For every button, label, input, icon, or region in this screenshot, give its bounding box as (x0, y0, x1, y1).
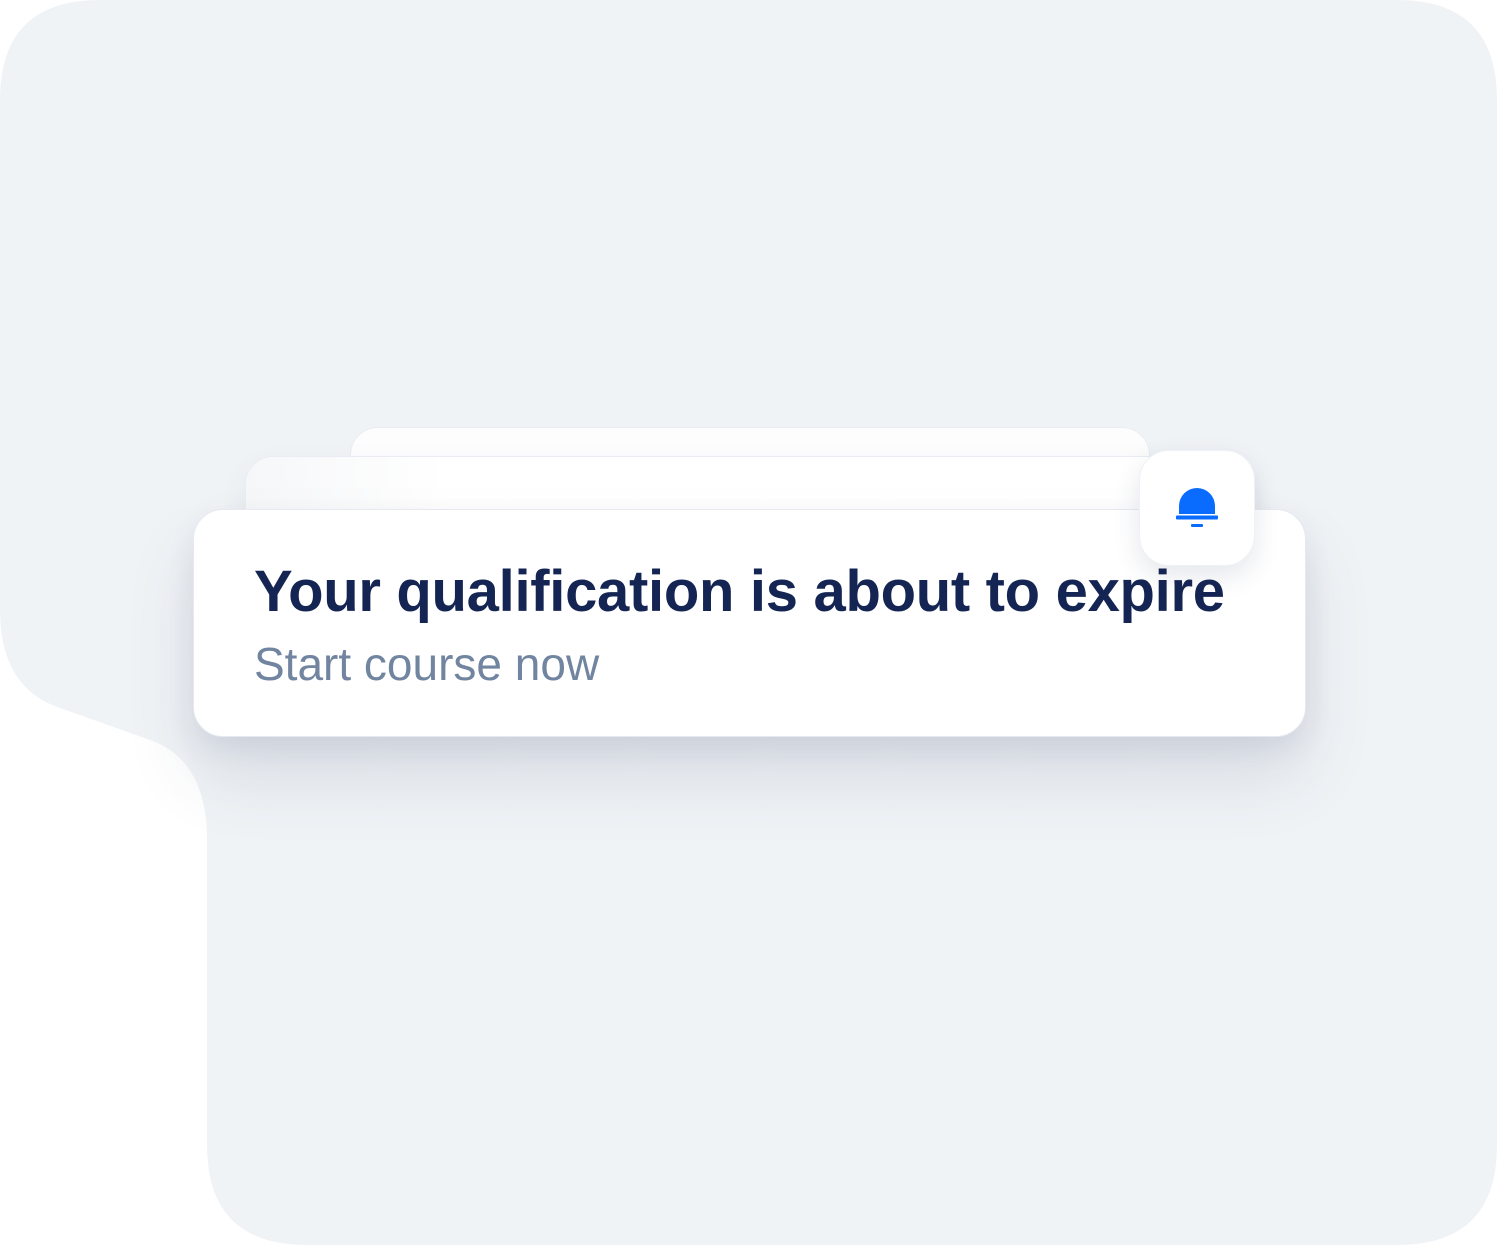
bell-icon (1176, 488, 1218, 527)
notification-illustration: Your qualification is about to expire St… (0, 0, 1497, 1245)
bell-badge (1139, 450, 1255, 566)
notification-subtitle[interactable]: Start course now (254, 636, 599, 692)
notification-title: Your qualification is about to expire (254, 559, 1225, 624)
